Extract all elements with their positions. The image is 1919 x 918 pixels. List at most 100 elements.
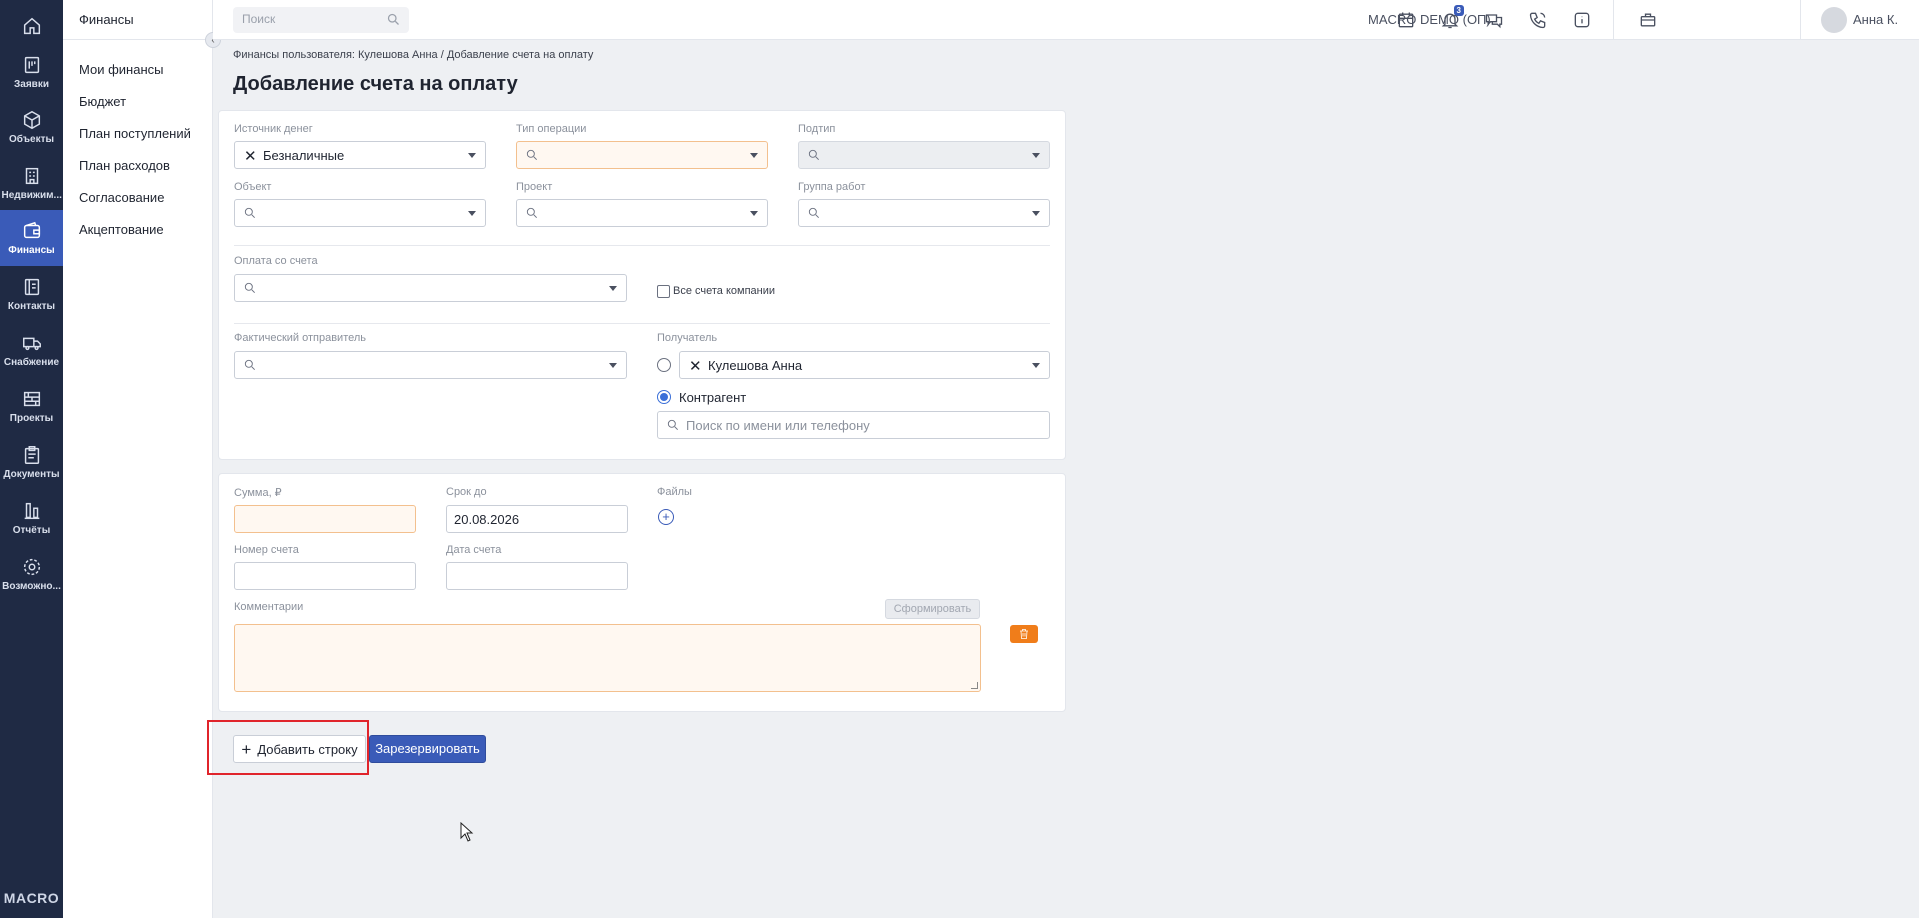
nav-reports-label: Отчёты bbox=[12, 525, 51, 536]
search-icon bbox=[387, 13, 399, 25]
nav-projects-label: Проекты bbox=[9, 413, 54, 424]
breadcrumb[interactable]: Финансы пользователя: Кулешова Анна / До… bbox=[233, 49, 593, 61]
nav-objects[interactable]: Объекты bbox=[0, 101, 63, 153]
due-date-value: 20.08.2026 bbox=[454, 512, 520, 527]
search-icon bbox=[807, 148, 821, 162]
sender-label: Фактический отправитель bbox=[234, 332, 367, 344]
recipient-select[interactable]: ✕ Кулешова Анна bbox=[679, 351, 1050, 379]
search-icon bbox=[525, 148, 539, 162]
all-accounts-checkbox[interactable] bbox=[657, 285, 670, 298]
nav-features-label: Возможно... bbox=[2, 581, 61, 592]
comment-label: Комментарии bbox=[234, 601, 304, 613]
caret-down-icon bbox=[609, 363, 617, 368]
op-type-label: Тип операции bbox=[516, 123, 587, 135]
truck-icon bbox=[22, 337, 41, 351]
caret-down-icon bbox=[609, 286, 617, 291]
search-icon bbox=[807, 206, 821, 220]
page-title: Добавление счета на оплату bbox=[233, 73, 518, 95]
search-placeholder: Поиск bbox=[242, 12, 276, 26]
sub-item-my-finances[interactable]: Мои финансы bbox=[79, 62, 163, 77]
info-button[interactable] bbox=[1572, 10, 1592, 30]
caret-down-icon bbox=[750, 153, 758, 158]
wallet-icon bbox=[23, 221, 40, 239]
gear-icon bbox=[23, 558, 40, 576]
comment-textarea[interactable] bbox=[234, 624, 981, 692]
nav-finance[interactable]: Финансы bbox=[0, 210, 63, 266]
nav-realty[interactable]: Недвижим... bbox=[0, 157, 63, 209]
app-logo: MACRO bbox=[3, 890, 60, 906]
caret-down-icon bbox=[468, 153, 476, 158]
invoice-date-input[interactable] bbox=[446, 562, 628, 590]
projects-icon bbox=[23, 391, 40, 407]
caret-down-icon bbox=[1032, 363, 1040, 368]
phone-button[interactable] bbox=[1528, 10, 1548, 30]
global-search-input[interactable]: Поиск bbox=[233, 7, 409, 33]
source-select[interactable]: ✕ Безналичные bbox=[234, 141, 486, 169]
pay-from-select[interactable] bbox=[234, 274, 627, 302]
nav-supply[interactable]: Снабжение bbox=[0, 324, 63, 376]
user-name[interactable]: Анна К. bbox=[1853, 12, 1898, 27]
sum-label: Сумма, ₽ bbox=[234, 487, 282, 499]
sub-sidebar-title: Финансы bbox=[79, 12, 134, 27]
building-icon bbox=[25, 167, 38, 185]
nav-realty-label: Недвижим... bbox=[1, 190, 62, 201]
generate-button[interactable]: Сформировать bbox=[885, 599, 980, 619]
briefcase-icon bbox=[1640, 13, 1656, 27]
nav-requests-label: Заявки bbox=[14, 79, 49, 90]
search-icon bbox=[525, 206, 539, 220]
section-divider bbox=[234, 245, 1050, 246]
sub-item-acceptance[interactable]: Акцептование bbox=[79, 222, 164, 237]
project-select[interactable] bbox=[516, 199, 768, 227]
counterparty-radio[interactable] bbox=[657, 390, 671, 404]
highlight-box bbox=[207, 720, 369, 775]
section-divider bbox=[234, 323, 1050, 324]
source-value: Безналичные bbox=[263, 148, 345, 163]
workgroup-select[interactable] bbox=[798, 199, 1050, 227]
sender-select[interactable] bbox=[234, 351, 627, 379]
invoice-number-input[interactable] bbox=[234, 562, 416, 590]
counterparty-placeholder: Поиск по имени или телефону bbox=[686, 418, 870, 433]
counterparty-search-input[interactable]: Поиск по имени или телефону bbox=[657, 411, 1050, 439]
nav-features[interactable]: Возможно... bbox=[0, 548, 63, 600]
top-bar: Поиск 3 MACRO DEMO (ОП) Анна К. bbox=[213, 0, 1919, 40]
sub-item-expense-plan[interactable]: План расходов bbox=[79, 158, 170, 173]
nav-contacts[interactable]: Контакты bbox=[0, 268, 63, 320]
caret-down-icon bbox=[750, 211, 758, 216]
company-switch-icon-wrap[interactable] bbox=[1638, 10, 1658, 30]
nav-requests[interactable]: Заявки bbox=[0, 46, 63, 98]
workgroup-label: Группа работ bbox=[798, 181, 866, 193]
object-select[interactable] bbox=[234, 199, 486, 227]
sum-input[interactable] bbox=[234, 505, 416, 533]
sub-item-approval[interactable]: Согласование bbox=[79, 190, 164, 205]
clear-icon[interactable]: ✕ bbox=[689, 357, 702, 375]
object-label: Объект bbox=[234, 181, 272, 193]
chart-icon bbox=[24, 502, 39, 520]
clear-icon[interactable]: ✕ bbox=[244, 147, 257, 165]
trash-icon bbox=[1020, 629, 1028, 639]
due-date-input[interactable]: 20.08.2026 bbox=[446, 505, 628, 533]
delete-row-button[interactable] bbox=[1010, 625, 1038, 643]
op-type-select[interactable] bbox=[516, 141, 768, 169]
avatar[interactable] bbox=[1821, 7, 1847, 33]
sub-sidebar: Финансы Мои финансы Бюджет План поступле… bbox=[63, 0, 213, 918]
info-icon bbox=[1574, 12, 1590, 28]
company-name[interactable]: MACRO DEMO (ОП) bbox=[1368, 12, 1491, 27]
nav-documents[interactable]: Документы bbox=[0, 436, 63, 488]
nav-home[interactable] bbox=[0, 0, 63, 52]
pay-from-label: Оплата со счета bbox=[234, 255, 318, 267]
source-label: Источник денег bbox=[234, 123, 313, 135]
search-icon bbox=[666, 418, 680, 432]
nav-projects[interactable]: Проекты bbox=[0, 380, 63, 432]
sub-sidebar-header: Финансы bbox=[63, 0, 213, 40]
nav-reports[interactable]: Отчёты bbox=[0, 492, 63, 544]
sub-item-budget[interactable]: Бюджет bbox=[79, 94, 126, 109]
sub-item-income-plan[interactable]: План поступлений bbox=[79, 126, 191, 141]
resize-grip-icon[interactable] bbox=[971, 682, 978, 689]
search-icon bbox=[243, 206, 257, 220]
add-file-button[interactable]: + bbox=[658, 509, 674, 525]
invoice-number-label: Номер счета bbox=[234, 544, 299, 556]
nav-supply-label: Снабжение bbox=[3, 357, 60, 368]
subtype-label: Подтип bbox=[798, 123, 836, 135]
reserve-button[interactable]: Зарезервировать bbox=[369, 735, 486, 763]
recipient-employee-radio[interactable] bbox=[657, 358, 671, 372]
